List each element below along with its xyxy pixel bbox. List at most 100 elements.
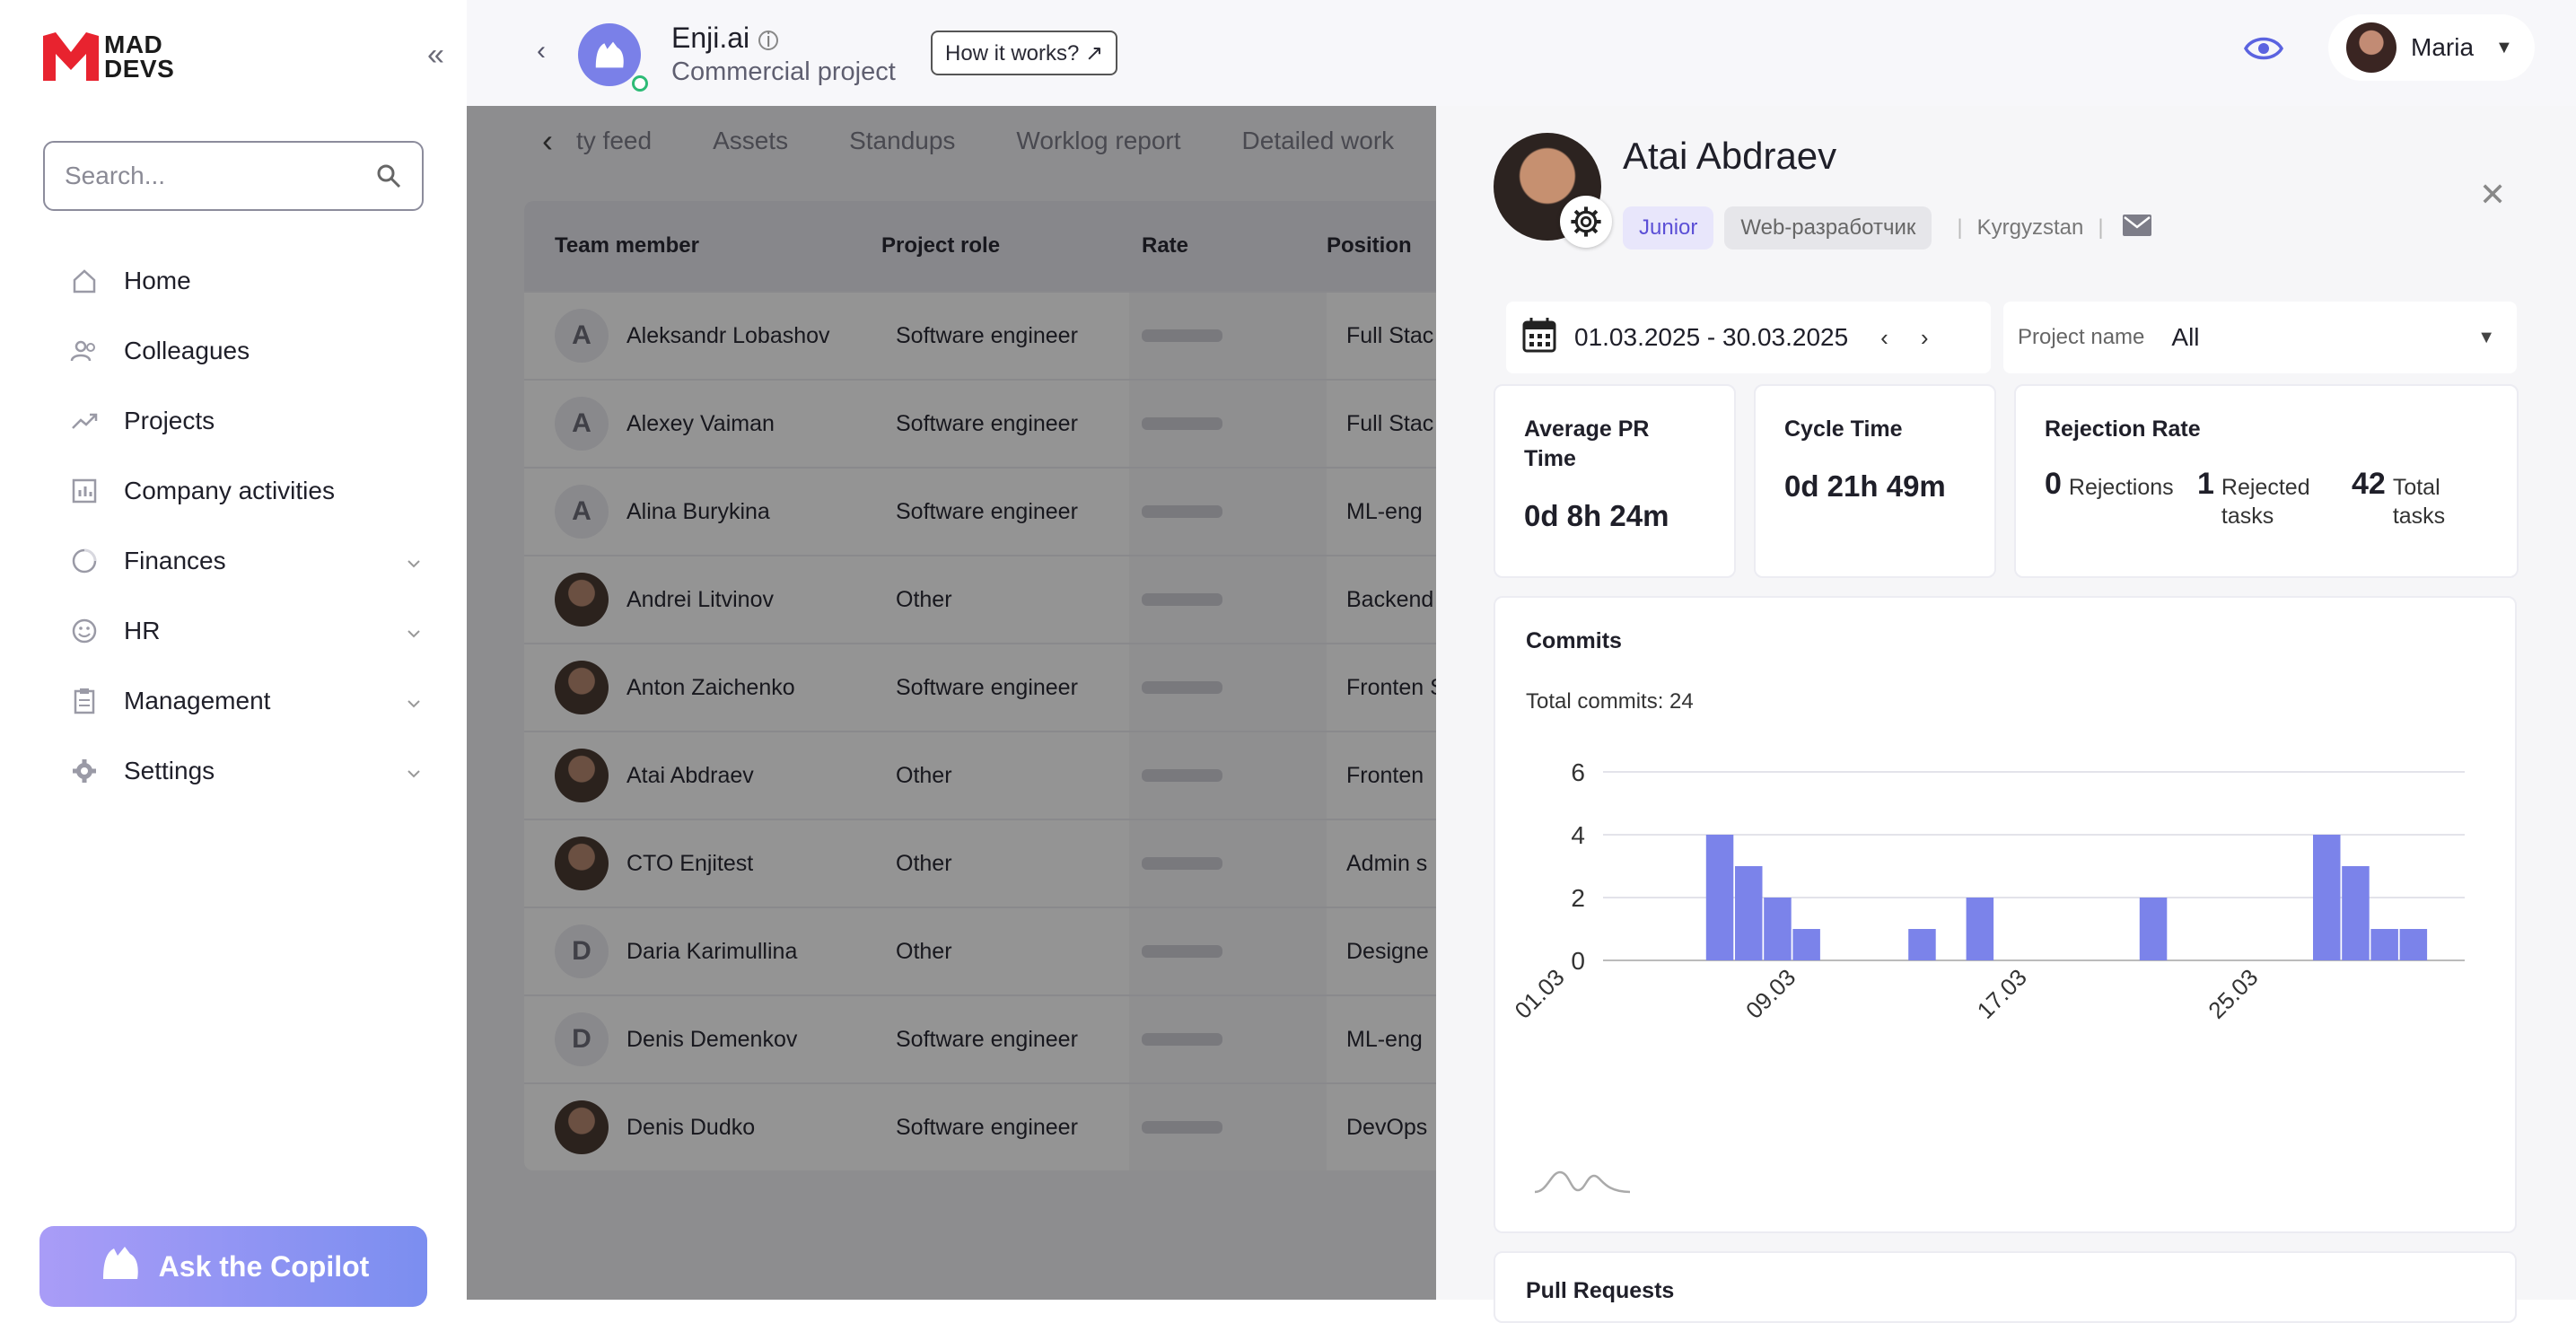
back-chevron-icon[interactable]: ‹ xyxy=(537,36,546,66)
specialty-badge: Web-разработчик xyxy=(1724,206,1932,250)
commit-bar[interactable] xyxy=(2342,866,2370,960)
sidebar-item-home[interactable]: Home xyxy=(66,246,425,316)
user-menu[interactable]: Maria ▼ xyxy=(2328,14,2535,81)
gear-icon xyxy=(66,753,102,789)
pie-icon xyxy=(66,543,102,579)
stat-label: Rejections xyxy=(2068,475,2174,500)
caret-down-icon: ▼ xyxy=(2477,327,2495,347)
sidebar-item-colleagues[interactable]: Colleagues xyxy=(66,316,425,386)
eye-icon[interactable] xyxy=(2243,29,2284,73)
commit-bar[interactable] xyxy=(1764,898,1792,960)
users-icon xyxy=(66,333,102,369)
commit-bar[interactable] xyxy=(2370,929,2398,960)
ask-copilot-label: Ask the Copilot xyxy=(158,1249,370,1283)
logo-line-2: DEVS xyxy=(104,55,175,83)
metric-cards: Average PR Time 0d 8h 24m Cycle Time 0d … xyxy=(1494,384,2519,578)
total-tasks-stat: 42 Total tasks xyxy=(2352,469,2474,530)
caret-down-icon: ▼ xyxy=(2495,37,2513,57)
project-select-label: Project name xyxy=(2018,325,2145,349)
mail-icon[interactable] xyxy=(2122,214,2152,243)
sidebar-item-company-activities[interactable]: Company activities xyxy=(66,456,425,526)
y-tick-label: 4 xyxy=(1571,821,1585,849)
commit-bar[interactable] xyxy=(1705,835,1734,960)
sidebar-item-projects[interactable]: Projects xyxy=(66,386,425,456)
chevron-down-icon[interactable] xyxy=(402,617,425,645)
commit-bar[interactable] xyxy=(1966,898,1994,960)
sidebar-item-management[interactable]: Management xyxy=(66,666,425,736)
commit-bar[interactable] xyxy=(1735,866,1763,960)
commit-bar[interactable] xyxy=(2313,835,2341,960)
country-label: Kyrgyzstan xyxy=(1976,215,2084,240)
card-value: 0d 8h 24m xyxy=(1524,499,1669,532)
divider: | xyxy=(2098,215,2104,240)
date-range-picker[interactable]: 01.03.2025 - 30.03.2025 ‹ › xyxy=(1506,302,1991,373)
sidebar-item-label: Management xyxy=(124,687,271,714)
x-tick-label: 09.03 xyxy=(1740,964,1801,1024)
sidebar-item-label: Projects xyxy=(124,407,215,434)
rejection-rate-card: Rejection Rate 0 Rejections 1 Rejected tas… xyxy=(2014,384,2519,578)
prev-period-icon[interactable]: ‹ xyxy=(1880,324,1888,352)
date-range-value: 01.03.2025 - 30.03.2025 xyxy=(1574,323,1849,351)
profile-name: Atai Abdraev xyxy=(1623,135,1837,177)
close-icon[interactable]: ✕ xyxy=(2479,176,2506,214)
card-title: Average PR Time xyxy=(1524,416,1650,471)
rejections-stat: 0 Rejections xyxy=(2045,469,2197,530)
avg-pr-time-card: Average PR Time 0d 8h 24m xyxy=(1494,384,1736,578)
stat-label: Total tasks xyxy=(2392,475,2446,529)
commit-bar[interactable] xyxy=(2139,898,2168,960)
calendar-icon xyxy=(1522,317,1556,359)
card-value: 0d 21h 49m xyxy=(1784,469,1946,503)
stat-label: Rejected tasks xyxy=(2221,475,2310,529)
next-period-icon[interactable]: › xyxy=(1921,324,1929,352)
project-select-value: All xyxy=(2171,323,2200,351)
y-tick-label: 2 xyxy=(1571,884,1585,912)
commit-bar[interactable] xyxy=(2399,929,2428,960)
sidebar-item-settings[interactable]: Settings xyxy=(66,736,425,806)
sidebar-item-finances[interactable]: Finances xyxy=(66,526,425,596)
chart-icon xyxy=(66,473,102,509)
commit-bar[interactable] xyxy=(1792,929,1820,960)
stat-number: 42 xyxy=(2352,467,2386,501)
sidebar: MAD DEVS « Search... Home Colleagues Pro… xyxy=(0,0,467,1307)
copilot-icon xyxy=(98,1243,143,1290)
collapse-sidebar-icon[interactable]: « xyxy=(427,39,444,70)
chevron-down-icon[interactable] xyxy=(402,687,425,715)
mad-devs-logo[interactable]: MAD DEVS xyxy=(41,31,174,83)
pull-requests-card: Pull Requests xyxy=(1494,1251,2517,1323)
info-icon[interactable]: i xyxy=(758,29,779,51)
project-avatar xyxy=(578,23,641,86)
sidebar-item-label: Finances xyxy=(124,547,226,574)
logo-mark-icon xyxy=(43,32,99,81)
chevron-down-icon[interactable] xyxy=(402,757,425,785)
card-title: Cycle Time xyxy=(1784,416,1903,442)
x-tick-label: 17.03 xyxy=(1972,964,2032,1024)
chart-navigator[interactable] xyxy=(1534,1170,1631,1194)
sidebar-item-label: Settings xyxy=(124,757,215,784)
settings-gear-icon[interactable] xyxy=(1560,196,1612,248)
level-badge: Junior xyxy=(1623,206,1714,250)
y-tick-label: 0 xyxy=(1571,947,1585,975)
total-commits: Total commits: 24 xyxy=(1526,689,1694,714)
rejected-tasks-stat: 1 Rejected tasks xyxy=(2197,469,2352,530)
project-name: Enji.ai xyxy=(671,22,750,54)
commit-bar[interactable] xyxy=(1908,929,1936,960)
user-avatar xyxy=(2346,22,2396,73)
y-tick-label: 6 xyxy=(1571,758,1585,786)
sidebar-nav: Home Colleagues Projects Company activit… xyxy=(66,246,425,806)
search-input[interactable]: Search... xyxy=(43,141,424,211)
ask-copilot-button[interactable]: Ask the Copilot xyxy=(39,1226,427,1307)
user-name: Maria xyxy=(2411,33,2475,61)
sidebar-item-label: Company activities xyxy=(124,477,335,504)
how-it-works-button[interactable]: How it works? ↗ xyxy=(931,31,1118,75)
chevron-down-icon[interactable] xyxy=(402,547,425,575)
divider: | xyxy=(1957,215,1963,240)
sidebar-item-hr[interactable]: HR xyxy=(66,596,425,666)
project-title: Enji.ai i xyxy=(671,22,779,55)
sidebar-item-label: Home xyxy=(124,267,191,294)
pull-requests-title: Pull Requests xyxy=(1526,1278,1675,1303)
sidebar-item-label: HR xyxy=(124,617,161,644)
x-tick-label: 01.03 xyxy=(1509,964,1569,1024)
logo-text: MAD DEVS xyxy=(104,32,175,83)
member-detail-panel: Atai Abdraev Junior Web-разработчик | Ky… xyxy=(1436,106,2576,1323)
project-select[interactable]: Project name All ▼ xyxy=(2003,302,2517,373)
